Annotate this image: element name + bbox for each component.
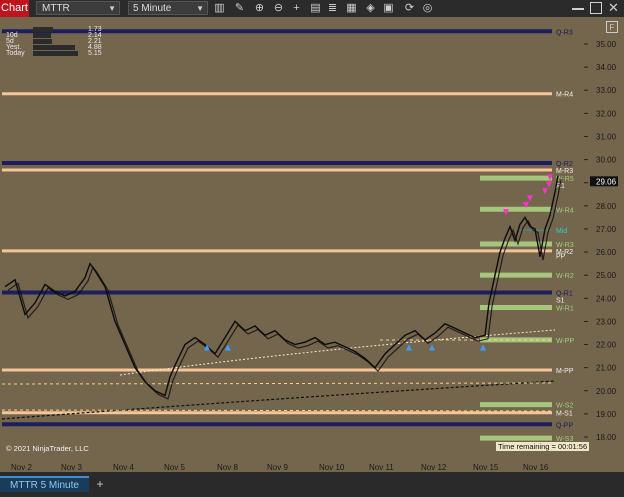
level-label: PP (556, 254, 566, 261)
x-tick-label: Nov 5 (164, 463, 185, 472)
y-tick-label: 20.00 (596, 387, 617, 396)
buy-marker (429, 344, 435, 351)
y-tick-label: 27.00 (596, 225, 617, 234)
x-tick-label: Nov 9 (267, 463, 288, 472)
stat-bar (33, 33, 51, 38)
level-label: M-PP (556, 368, 574, 375)
y-tick-label: 19.00 (596, 410, 617, 419)
y-tick-label: 24.00 (596, 294, 617, 303)
x-tick-label: Nov 11 (369, 463, 394, 472)
level-label: W-PP (556, 338, 574, 345)
x-tick-label: Nov 8 (217, 463, 238, 472)
sell-marker (546, 181, 552, 188)
y-tick-label: 32.00 (596, 109, 617, 118)
volume-stats: 1.73 10d 2.14 5d 2.21 Yest. 4.88 Today 5… (6, 26, 102, 57)
level-label: W-R4 (556, 207, 574, 214)
y-tick-label: 23.00 (596, 317, 617, 326)
stat-bar (33, 27, 53, 32)
y-tick-label: 25.00 (596, 271, 617, 280)
level-label: M-R4 (556, 92, 573, 99)
y-tick-label: 33.00 (596, 86, 617, 95)
x-tick-label: Nov 2 (11, 463, 32, 472)
stat-bar (33, 39, 52, 44)
price-line (4, 175, 559, 397)
y-tick-label: 35.00 (596, 40, 617, 49)
last-price-label: 29.06 (596, 177, 617, 186)
y-tick-label: 22.00 (596, 341, 617, 350)
level-label: Q-R3 (556, 29, 573, 36)
y-tick-label: 31.00 (596, 132, 617, 141)
dashed-level (1, 382, 553, 385)
x-tick-label: Nov 4 (113, 463, 134, 472)
x-tick-label: Nov 12 (421, 463, 447, 472)
price-chart: Q-R3M-R4Q-R2M-R3W-R5R1W-R4MidW-R3M-R2PPW… (0, 17, 624, 472)
stat-row: Today 5.15 (6, 50, 102, 57)
level-label: W-R1 (556, 306, 574, 313)
x-tick-label: Nov 15 (473, 463, 499, 472)
stat-label: Today (6, 50, 25, 57)
y-tick-label: 21.00 (596, 364, 617, 373)
time-remaining: Time remaining = 00:01:56 (496, 442, 590, 451)
x-tick-label: Nov 10 (319, 463, 345, 472)
stat-value: 5.15 (88, 50, 102, 57)
level-label: Mid (556, 228, 567, 235)
stat-bar (33, 45, 75, 50)
x-tick-label: Nov 3 (61, 463, 82, 472)
level-label: Q-PP (556, 422, 573, 429)
dashed-level (1, 409, 553, 412)
level-label: W-S2 (556, 403, 573, 410)
sell-marker (542, 188, 548, 195)
level-label: M-S1 (556, 411, 573, 418)
y-tick-label: 30.00 (596, 156, 617, 165)
y-tick-label: 28.00 (596, 202, 617, 211)
sell-marker (503, 209, 509, 216)
level-label: S1 (556, 297, 565, 304)
buy-marker (480, 344, 486, 351)
level-label: W-R2 (556, 273, 574, 280)
tab-mttr-5-minute[interactable]: MTTR 5 Minute (0, 476, 89, 492)
f-button[interactable]: F (606, 21, 618, 33)
buy-marker (406, 344, 412, 351)
add-tab-button[interactable]: + (93, 476, 107, 492)
moving-average-line (7, 179, 562, 400)
y-tick-label: 34.00 (596, 63, 617, 72)
stat-bar (33, 51, 78, 56)
copyright-text: © 2021 NinjaTrader, LLC (6, 444, 89, 453)
x-tick-label: Nov 16 (523, 463, 549, 472)
y-tick-label: 18.00 (596, 433, 617, 442)
level-label: M-R3 (556, 168, 573, 175)
y-tick-label: 26.00 (596, 248, 617, 257)
sell-marker (527, 195, 533, 202)
